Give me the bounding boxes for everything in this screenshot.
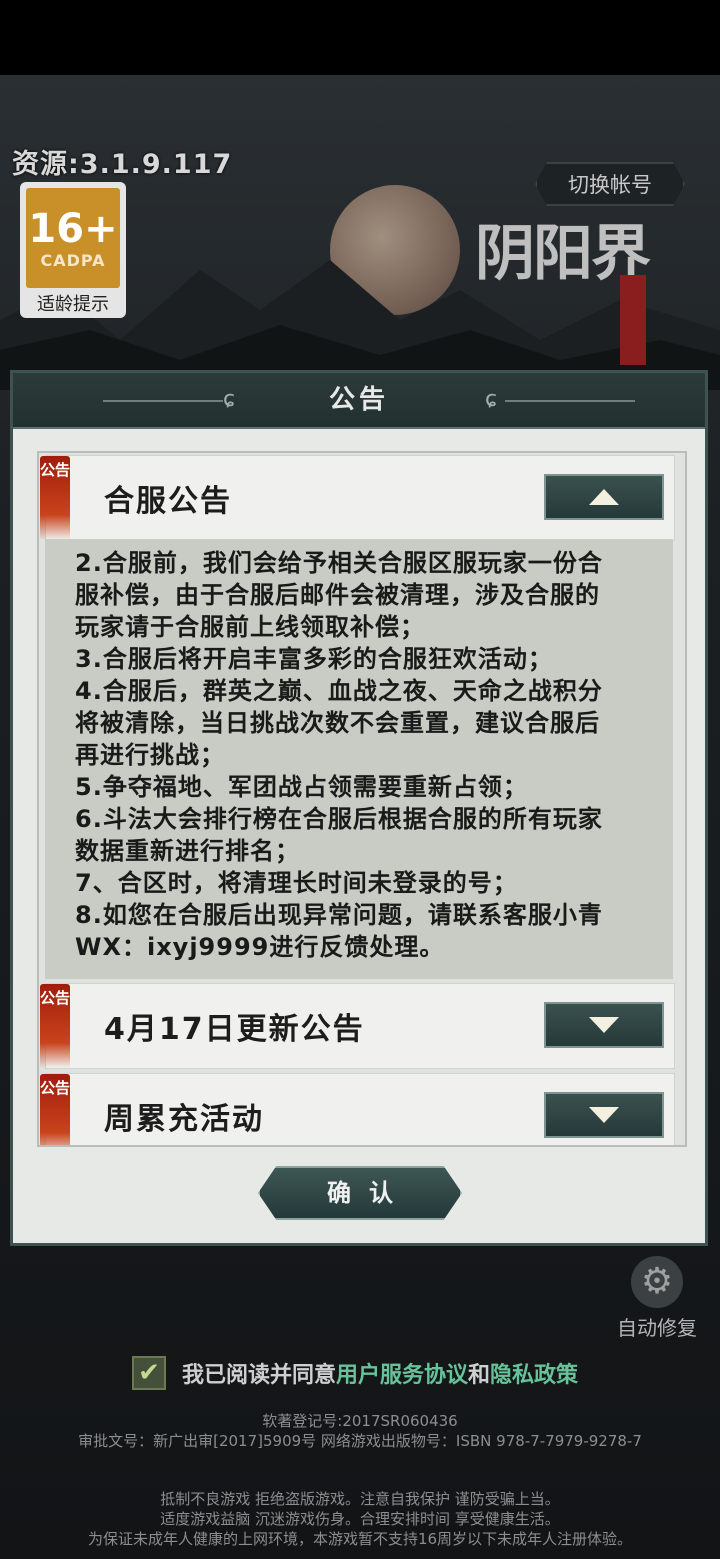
announcement-line: 再进行挑战；	[75, 741, 225, 769]
gear-icon: ⚙	[631, 1256, 683, 1308]
minor-notice: 为保证未成年人健康的上网环境，本游戏暂不支持16周岁以下未成年人注册体验。	[87, 1530, 633, 1548]
health-notice-2: 适度游戏益脑 沉迷游戏伤身。合理安排时间 享受健康生活。	[160, 1510, 560, 1528]
announcement-title: 周累充活动	[104, 1102, 264, 1137]
auto-fix-button[interactable]: ⚙ 自动修复	[612, 1256, 702, 1340]
agreement-text: 我已阅读并同意	[182, 1363, 337, 1388]
age-rating-icon: 16+ CADPA	[26, 188, 120, 288]
announcement-line: 玩家请于合服前上线领取补偿；	[75, 613, 425, 641]
announcement-item-header[interactable]: 公告 周累充活动	[40, 1073, 675, 1145]
health-notice-1: 抵制不良游戏 拒绝盗版游戏。注意自我保护 谨防受骗上当。	[160, 1490, 560, 1508]
agree-checkbox[interactable]: ✔	[132, 1356, 166, 1390]
expand-toggle-button[interactable]	[544, 1092, 664, 1138]
age-rating-badge[interactable]: 16+ CADPA 适龄提示	[20, 182, 126, 318]
announcement-line: 数据重新进行排名；	[75, 837, 300, 865]
announcement-line: WX：ixyj9999进行反馈处理。	[75, 933, 445, 961]
announcement-title: 4月17日更新公告	[104, 1012, 365, 1047]
announcement-item-header[interactable]: 公告 合服公告	[40, 455, 675, 541]
header-divider-right	[505, 400, 635, 402]
age-org: CADPA	[40, 250, 106, 270]
logo-seal	[620, 275, 646, 365]
announcement-line: 将被清除，当日挑战次数不会重置，建议合服后	[75, 709, 600, 737]
announcement-list[interactable]: 公告 合服公告 2.合服前，我们会给予相关合服区服玩家一份合 服补偿，由于合服后邮…	[37, 451, 687, 1147]
resource-version: 资源:3.1.9.117	[12, 149, 233, 180]
agreement-and: 和	[468, 1363, 491, 1388]
software-registration: 软著登记号:2017SR060436	[262, 1412, 458, 1430]
chevron-up-icon	[589, 489, 619, 505]
confirm-button[interactable]: 确认	[258, 1166, 462, 1220]
expand-toggle-button[interactable]	[544, 1002, 664, 1048]
announcement-line: 8.如您在合服后出现异常问题，请联系客服小青	[75, 901, 603, 929]
switch-account-button[interactable]: 切换帐号	[535, 162, 685, 206]
announcement-line: 4.合服后，群英之巅、血战之夜、天命之战积分	[75, 677, 603, 705]
chevron-down-icon	[589, 1017, 619, 1033]
agreement-row: ✔ 我已阅读并同意 用户服务协议 和 隐私政策	[132, 1354, 578, 1392]
header-ornament-right: ɕ	[485, 387, 498, 412]
auto-fix-label: 自动修复	[617, 1316, 697, 1340]
announcement-text: 2.合服前，我们会给予相关合服区服玩家一份合 服补偿，由于合服后邮件会被清理，涉及…	[75, 547, 653, 963]
age-tip-label: 适龄提示	[37, 294, 109, 315]
announcement-tag: 公告	[40, 456, 70, 540]
age-number: 16+	[28, 205, 118, 252]
privacy-policy-link[interactable]: 隐私政策	[490, 1357, 578, 1389]
announcement-line: 3.合服后将开启丰富多彩的合服狂欢活动；	[75, 645, 553, 673]
announcement-dialog: ɕ 公告 ɕ 公告 合服公告 2.合服前，我们会给予相关合服区服玩家一份合 服补偿…	[10, 370, 708, 1246]
announcement-title: 合服公告	[104, 484, 232, 519]
announcement-line: 2.合服前，我们会给予相关合服区服玩家一份合	[75, 549, 603, 577]
collapse-toggle-button[interactable]	[544, 474, 664, 520]
user-agreement-link[interactable]: 用户服务协议	[336, 1357, 468, 1389]
announcement-item-header[interactable]: 公告 4月17日更新公告	[40, 983, 675, 1069]
announcement-line: 7、合区时，将清理长时间未登录的号；	[75, 869, 518, 897]
announcement-tag: 公告	[40, 1074, 70, 1145]
announcement-line: 6.斗法大会排行榜在合服后根据合服的所有玩家	[75, 805, 603, 833]
status-bar	[0, 0, 720, 75]
approval-number: 审批文号：新广出审[2017]5909号 网络游戏出版物号：ISBN 978-7…	[78, 1432, 642, 1450]
announcement-body: 2.合服前，我们会给予相关合服区服玩家一份合 服补偿，由于合服后邮件会被清理，涉及…	[45, 539, 673, 979]
announcement-line: 服补偿，由于合服后邮件会被清理，涉及合服的	[75, 581, 600, 609]
announcement-line: 5.争夺福地、军团战占领需要重新占领；	[75, 773, 528, 801]
announcement-tag: 公告	[40, 984, 70, 1068]
chevron-down-icon	[589, 1107, 619, 1123]
dialog-header: ɕ 公告 ɕ	[13, 373, 705, 429]
